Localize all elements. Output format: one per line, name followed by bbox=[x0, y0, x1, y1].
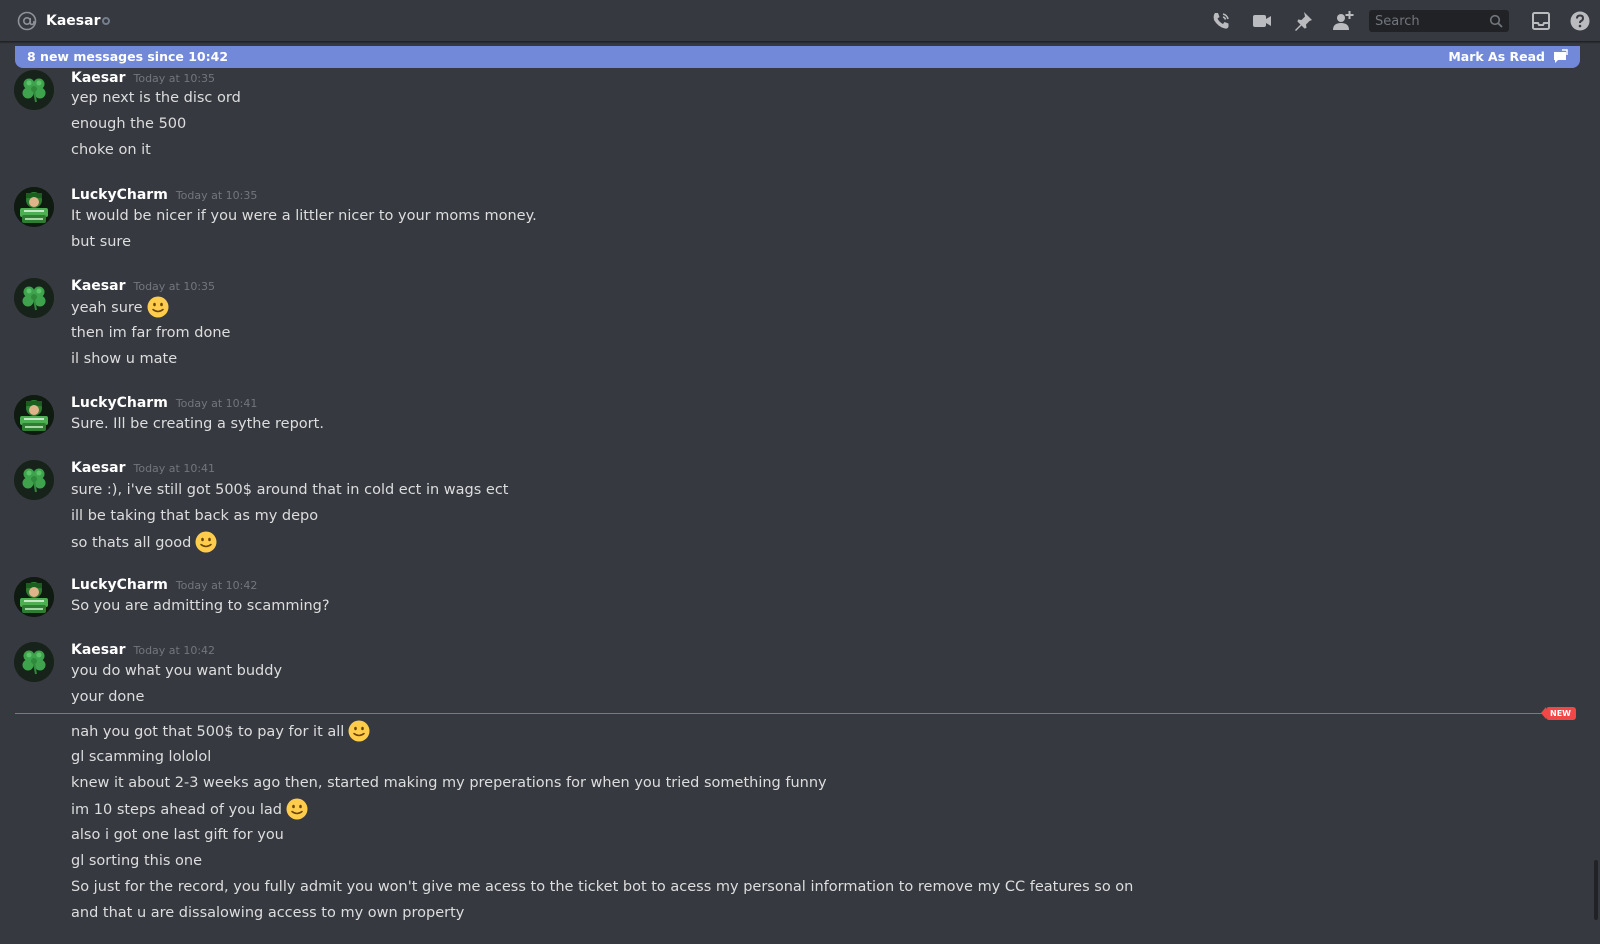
message-line: nah you got that 500$ to pay for it all bbox=[71, 720, 370, 743]
timestamp: Today at 10:41 bbox=[175, 397, 258, 410]
message-text: then im far from done bbox=[71, 325, 231, 341]
message-text: So just for the record, you fully admit … bbox=[71, 879, 1134, 895]
message-text: il show u mate bbox=[71, 351, 178, 367]
message-text: knew it about 2-3 weeks ago then, starte… bbox=[71, 775, 827, 791]
message-header: Kaesar Today at 10:35 bbox=[71, 68, 215, 89]
username[interactable]: LuckyCharm bbox=[71, 187, 168, 203]
message-text: yep next is the disc ord bbox=[71, 90, 241, 106]
message-text: you do what you want buddy bbox=[71, 663, 283, 679]
emoji-slight-smile[interactable] bbox=[286, 798, 308, 820]
avatar[interactable] bbox=[14, 642, 54, 682]
username[interactable]: LuckyCharm bbox=[71, 577, 168, 593]
mark-read-icon[interactable] bbox=[1552, 49, 1568, 65]
message-text: yeah sure bbox=[71, 300, 143, 316]
new-messages-text[interactable]: 8 new messages since 10:42 bbox=[27, 49, 228, 65]
message-line: so thats all good bbox=[71, 531, 217, 554]
avatar[interactable] bbox=[14, 187, 54, 227]
username[interactable]: Kaesar bbox=[71, 70, 125, 86]
message-text: It would be nicer if you were a littler … bbox=[71, 208, 537, 224]
message-text: and that u are dissalowing access to my … bbox=[71, 905, 465, 921]
new-badge: NEW bbox=[1541, 707, 1576, 720]
scrollbar-thumb[interactable] bbox=[1594, 860, 1598, 920]
username[interactable]: Kaesar bbox=[71, 278, 125, 294]
message-text: gl scamming lololol bbox=[71, 749, 212, 765]
message-header: LuckyCharm Today at 10:42 bbox=[71, 575, 257, 596]
message-line: yeah sure bbox=[71, 296, 169, 319]
message-text: but sure bbox=[71, 234, 131, 250]
timestamp: Today at 10:42 bbox=[175, 579, 258, 592]
timestamp: Today at 10:42 bbox=[133, 644, 216, 657]
message-text: so thats all good bbox=[71, 535, 192, 551]
timestamp: Today at 10:41 bbox=[133, 462, 216, 475]
timestamp: Today at 10:35 bbox=[133, 72, 216, 85]
message-text: im 10 steps ahead of you lad bbox=[71, 802, 283, 818]
avatar[interactable] bbox=[14, 395, 54, 435]
avatar[interactable] bbox=[14, 460, 54, 500]
message-text: sure :), i've still got 500$ around that… bbox=[71, 482, 509, 498]
timestamp: Today at 10:35 bbox=[175, 189, 258, 202]
message-line: im 10 steps ahead of you lad bbox=[71, 798, 308, 821]
emoji-slight-smile[interactable] bbox=[348, 720, 370, 742]
message-list: Kaesar Today at 10:35 yep next is the dis… bbox=[0, 0, 1600, 944]
message-text: So you are admitting to scamming? bbox=[71, 598, 330, 614]
message-text: your done bbox=[71, 689, 145, 705]
message-header: Kaesar Today at 10:35 bbox=[71, 276, 215, 297]
username[interactable]: LuckyCharm bbox=[71, 395, 168, 411]
message-text: choke on it bbox=[71, 142, 151, 158]
message-header: LuckyCharm Today at 10:35 bbox=[71, 185, 257, 206]
message-header: LuckyCharm Today at 10:41 bbox=[71, 393, 257, 414]
username[interactable]: Kaesar bbox=[71, 642, 125, 658]
message-text: enough the 500 bbox=[71, 116, 187, 132]
message-text: Sure. Ill be creating a sythe report. bbox=[71, 416, 324, 432]
avatar[interactable] bbox=[14, 577, 54, 617]
avatar[interactable] bbox=[14, 278, 54, 318]
mark-as-read-button[interactable]: Mark As Read bbox=[1448, 49, 1545, 65]
message-header: Kaesar Today at 10:41 bbox=[71, 458, 215, 479]
emoji-slight-smile[interactable] bbox=[147, 296, 169, 318]
username[interactable]: Kaesar bbox=[71, 460, 125, 476]
new-messages-bar[interactable]: 8 new messages since 10:42 Mark As Read bbox=[15, 46, 1580, 68]
message-text: nah you got that 500$ to pay for it all bbox=[71, 724, 345, 740]
avatar[interactable] bbox=[14, 70, 54, 110]
message-text: also i got one last gift for you bbox=[71, 827, 284, 843]
new-messages-divider bbox=[15, 713, 1545, 714]
message-text: gl sorting this one bbox=[71, 853, 202, 869]
message-header: Kaesar Today at 10:42 bbox=[71, 640, 215, 661]
message-text: ill be taking that back as my depo bbox=[71, 508, 319, 524]
emoji-slight-smile[interactable] bbox=[195, 531, 217, 553]
timestamp: Today at 10:35 bbox=[133, 280, 216, 293]
